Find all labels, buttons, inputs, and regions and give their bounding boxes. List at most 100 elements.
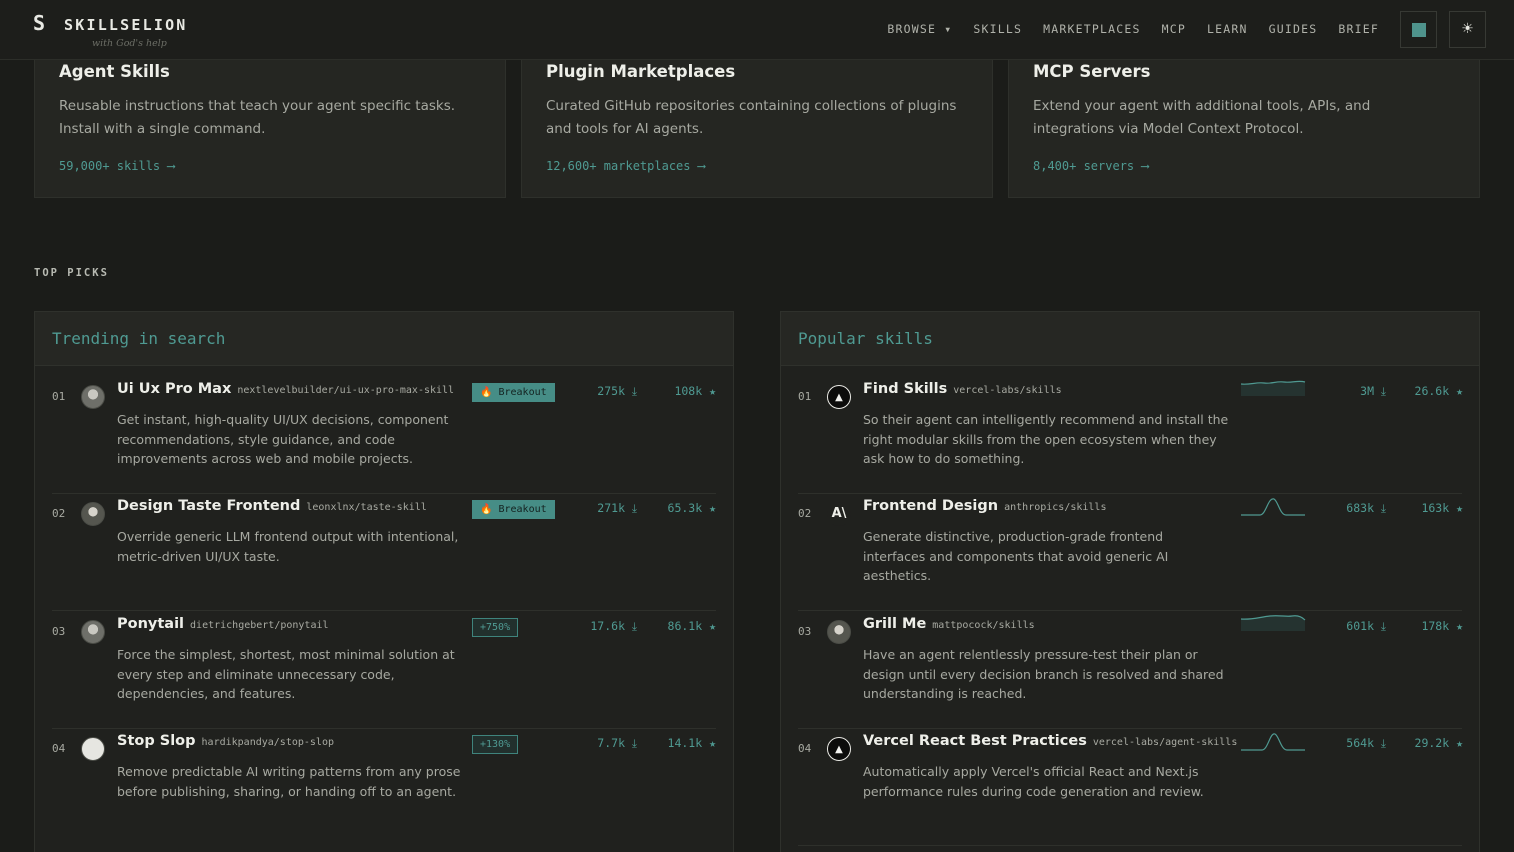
panel-header: Popular skills [781,312,1479,366]
downloads-count: 601k ⤓ [1346,619,1386,633]
sparkline-chart [1240,380,1306,396]
repo-path: hardikpandya/stop-slop [201,737,334,748]
panel-title: Trending in search [52,329,226,348]
rank-number: 01 [798,390,812,403]
card-title: MCP Servers [1033,62,1151,81]
skill-name[interactable]: Ponytail dietrichgebert/ponytail [117,616,329,632]
list-item[interactable]: 03 Ponytail dietrichgebert/ponytail +750%… [35,611,733,729]
card-title: Plugin Marketplaces [546,62,736,81]
card-description: Reusable instructions that teach your ag… [59,98,456,137]
stars-count: 178k ★ [1421,619,1463,633]
skill-name[interactable]: Find Skills vercel-labs/skills [863,381,1062,397]
repo-path: vercel-labs/skills [953,385,1062,396]
nav-mcp[interactable]: MCP [1162,22,1186,36]
list-item[interactable]: 04 Stop Slop hardikpandya/stop-slop +130%… [35,728,733,846]
list-item[interactable]: 02 A\ Frontend Design anthropics/skills 6… [781,493,1479,611]
stars-count: 14.1k ★ [667,736,716,750]
list-item[interactable]: 01 ▲ Find Skills vercel-labs/skills 3M ⤓ … [781,376,1479,494]
skill-name[interactable]: Grill Me mattpocock/skills [863,616,1035,632]
repo-path: dietrichgebert/ponytail [190,620,329,631]
list-item[interactable]: 03 Grill Me mattpocock/skills 601k ⤓ 178k… [781,611,1479,729]
nav-browse[interactable]: BROWSE ▾ [887,22,952,36]
skill-name[interactable]: Stop Slop hardikpandya/stop-slop [117,733,334,749]
card-description: Extend your agent with additional tools,… [1033,98,1371,137]
skill-description: Override generic LLM frontend output wit… [117,529,459,564]
skill-name[interactable]: Design Taste Frontend leonxlnx/taste-skil… [117,498,427,514]
skill-description: Generate distinctive, production-grade f… [863,529,1169,584]
nav-brief[interactable]: BRIEF [1338,22,1379,36]
nav-skills[interactable]: SKILLS [973,22,1022,36]
skill-description: Have an agent relentlessly pressure-test… [863,647,1224,702]
card-description: Curated GitHub repositories containing c… [546,98,957,137]
sparkline-chart [1241,498,1305,516]
panel-title: Popular skills [798,329,933,348]
light-mode-button[interactable]: ☀ [1449,11,1486,48]
rank-number: 02 [52,507,66,520]
downloads-count: 564k ⤓ [1346,736,1386,750]
skill-description: Get instant, high-quality UI/UX decision… [117,412,449,467]
growth-badge: +130% [472,735,519,754]
skill-description: So their agent can intelligently recomme… [863,412,1229,467]
skill-description: Remove predictable AI writing patterns f… [117,764,461,799]
breakout-badge: 🔥 Breakout [472,500,555,519]
skill-description: Force the simplest, shortest, most minim… [117,647,455,702]
nav-links: BROWSE ▾ SKILLS MARKETPLACES MCP LEARN G… [866,22,1379,36]
avatar [827,620,851,644]
theme-color-button[interactable] [1400,11,1437,48]
downloads-count: 683k ⤓ [1346,501,1386,515]
list-item[interactable]: 04 ▲ Vercel React Best Practices vercel-l… [781,728,1479,846]
growth-badge: +750% [472,618,519,637]
card-mcp-servers[interactable]: MCP Servers Extend your agent with addit… [1008,40,1480,198]
rank-number: 03 [52,625,66,638]
breakout-badge: 🔥 Breakout [472,383,555,402]
avatar [81,737,105,761]
list-item[interactable]: 01 Ui Ux Pro Max nextlevelbuilder/ui-ux-p… [35,376,733,494]
avatar [81,620,105,644]
card-count-link[interactable]: 12,600+ marketplaces ⟶ [546,159,705,173]
stars-count: 86.1k ★ [667,619,716,633]
brand-name: SKILLSELION [64,16,188,34]
stars-count: 29.2k ★ [1414,736,1463,750]
row-divider [798,845,1462,846]
skill-name[interactable]: Ui Ux Pro Max nextlevelbuilder/ui-ux-pro-… [117,381,454,397]
card-plugin-marketplaces[interactable]: Plugin Marketplaces Curated GitHub repos… [521,40,993,198]
brand-tagline: with God's help [92,38,167,49]
sun-icon: ☀ [1461,21,1474,37]
skill-description: Automatically apply Vercel's official Re… [863,764,1204,799]
top-nav: S SKILLSELION with God's help BROWSE ▾ S… [0,0,1514,60]
skill-name[interactable]: Vercel React Best Practices vercel-labs/a… [863,733,1237,749]
repo-path: vercel-labs/agent-skills [1092,737,1238,748]
stars-count: 108k ★ [674,384,716,398]
card-agent-skills[interactable]: Agent Skills Reusable instructions that … [34,40,506,198]
downloads-count: 17.6k ⤓ [590,619,637,633]
rank-number: 03 [798,625,812,638]
stars-count: 26.6k ★ [1414,384,1463,398]
skill-name[interactable]: Frontend Design anthropics/skills [863,498,1106,514]
nav-learn[interactable]: LEARN [1207,22,1248,36]
rank-number: 02 [798,507,812,520]
repo-path: mattpocock/skills [932,620,1035,631]
rank-number: 04 [52,742,66,755]
stars-count: 163k ★ [1421,501,1463,515]
anthropic-logo-icon: A\ [827,502,851,526]
card-count-link[interactable]: 59,000+ skills ⟶ [59,159,175,173]
rank-number: 01 [52,390,66,403]
logo-icon: S [33,11,46,35]
card-count-link[interactable]: 8,400+ servers ⟶ [1033,159,1149,173]
list-item[interactable]: 02 Design Taste Frontend leonxlnx/taste-s… [35,493,733,611]
stars-count: 65.3k ★ [667,501,716,515]
avatar [81,385,105,409]
downloads-count: 271k ⤓ [597,501,637,515]
vercel-logo-icon: ▲ [827,737,851,761]
nav-marketplaces[interactable]: MARKETPLACES [1043,22,1140,36]
avatar [81,502,105,526]
downloads-count: 7.7k ⤓ [597,736,637,750]
section-label: TOP PICKS [34,267,109,279]
sparkline-chart [1240,615,1306,631]
vercel-logo-icon: ▲ [827,385,851,409]
popular-panel: Popular skills 01 ▲ Find Skills vercel-la… [780,311,1480,852]
downloads-count: 3M ⤓ [1360,384,1386,398]
nav-guides[interactable]: GUIDES [1269,22,1318,36]
repo-path: anthropics/skills [1004,502,1107,513]
color-swatch-icon [1412,23,1426,37]
